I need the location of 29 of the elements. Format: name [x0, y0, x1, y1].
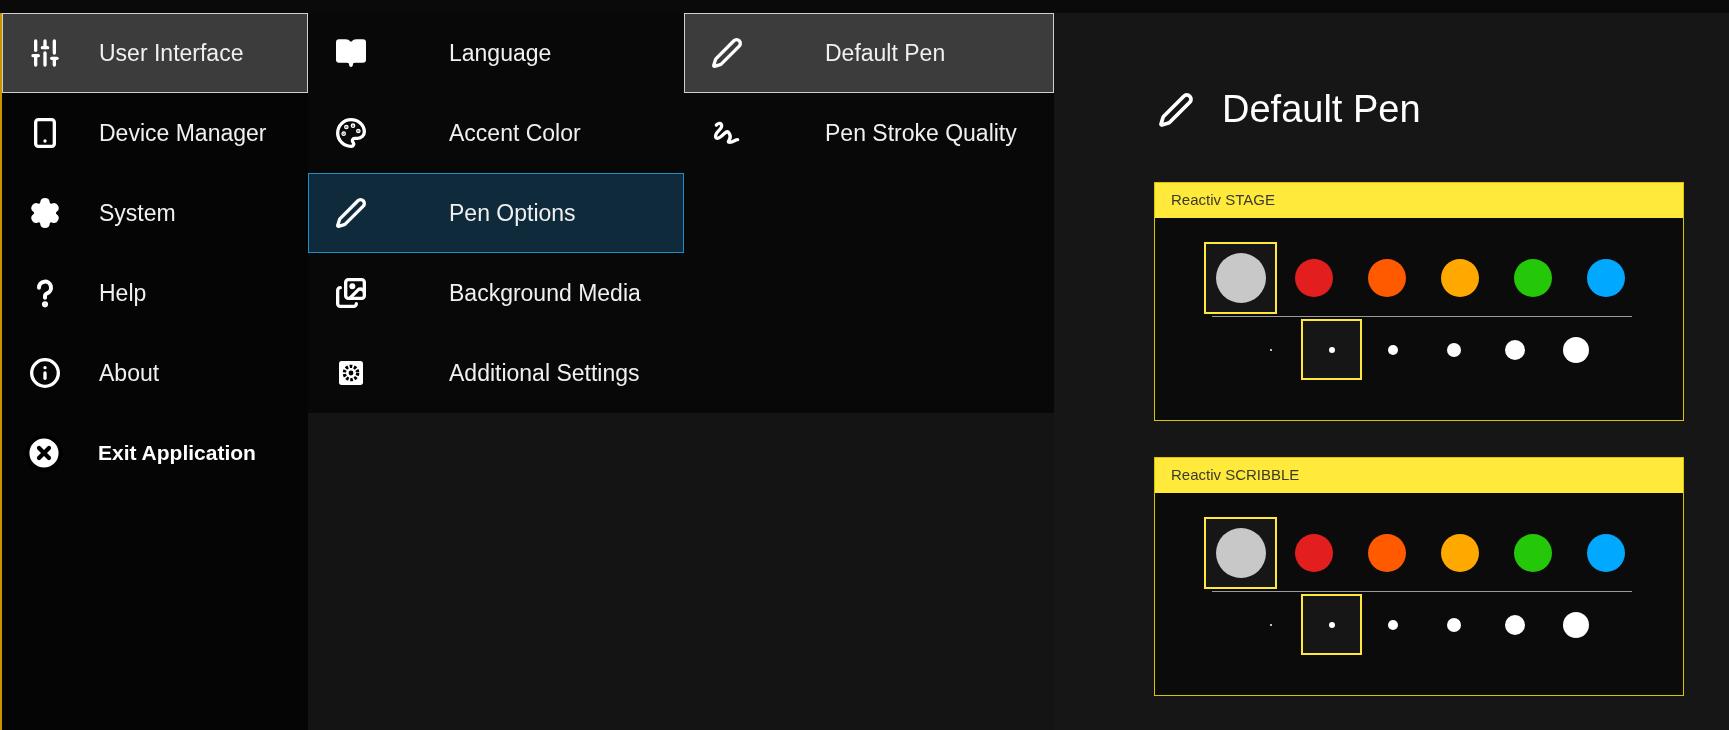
sliders-icon — [29, 37, 61, 69]
color-swatch[interactable] — [1204, 242, 1277, 314]
menu-item[interactable]: System — [2, 173, 308, 253]
size-option[interactable] — [1301, 319, 1362, 380]
menu-item[interactable]: Background Media — [308, 253, 684, 333]
menu-item[interactable]: Language — [308, 13, 684, 93]
menu-item[interactable]: Pen Stroke Quality — [684, 93, 1054, 173]
book-icon — [335, 37, 367, 69]
menu-item[interactable]: Default Pen — [684, 13, 1054, 93]
menu-item[interactable]: About — [2, 333, 308, 413]
pen-icon — [711, 37, 743, 69]
info-icon — [29, 357, 61, 389]
menu-item[interactable]: Additional Settings — [308, 333, 684, 413]
menu-item[interactable]: Pen Options — [308, 173, 684, 253]
menu-item[interactable]: Help — [2, 253, 308, 333]
palette-icon — [335, 117, 367, 149]
size-option[interactable] — [1301, 594, 1362, 655]
menu-item[interactable]: User Interface — [2, 13, 308, 93]
settings-icon — [29, 197, 61, 229]
menu-item[interactable]: Accent Color — [308, 93, 684, 173]
pen-icon — [335, 197, 367, 229]
menu-item[interactable]: Device Manager — [2, 93, 308, 173]
card-header: Reactiv SCRIBBLE — [1155, 458, 1683, 493]
images-icon — [335, 277, 367, 309]
pen-icon — [1158, 91, 1194, 128]
exit-button[interactable]: Exit Application — [2, 413, 308, 493]
color-swatch[interactable] — [1204, 517, 1277, 589]
card-header: Reactiv STAGE — [1155, 183, 1683, 218]
panel-title: Default Pen — [1222, 87, 1421, 132]
